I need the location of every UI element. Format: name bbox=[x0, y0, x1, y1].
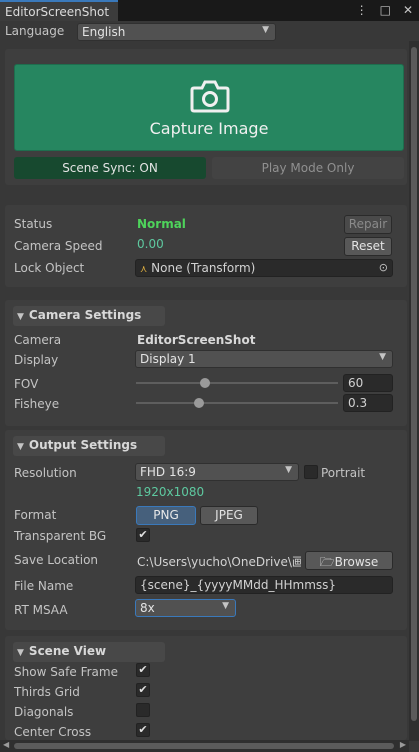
tab-bar: EditorScreenShot ⋮ □ ✕ bbox=[0, 0, 419, 21]
output-settings-title: Output Settings bbox=[28, 438, 138, 452]
window-controls: ⋮ □ ✕ bbox=[356, 3, 413, 17]
lock-object-field[interactable]: ⋏ None (Transform) ⊙ bbox=[135, 259, 393, 277]
fov-slider-track[interactable] bbox=[136, 382, 338, 384]
browse-button[interactable]: 🗁Browse bbox=[305, 551, 393, 570]
format-png-button[interactable]: PNG bbox=[136, 506, 196, 525]
language-value: English bbox=[82, 25, 126, 39]
vertical-scrollbar[interactable] bbox=[409, 41, 419, 741]
portrait-checkbox[interactable] bbox=[304, 465, 318, 479]
center-cross-checkbox[interactable]: ✔ bbox=[136, 723, 150, 737]
file-name-label: File Name bbox=[14, 579, 74, 593]
display-value: Display 1 bbox=[140, 352, 196, 366]
camera-icon bbox=[190, 80, 230, 113]
show-safe-frame-checkbox[interactable]: ✔ bbox=[136, 663, 150, 677]
fisheye-input[interactable]: 0.3 bbox=[343, 394, 393, 412]
lock-object-label: Lock Object bbox=[14, 261, 85, 275]
fov-label: FOV bbox=[14, 377, 39, 391]
chevron-down-icon: ▼ bbox=[222, 601, 229, 611]
resolution-size: 1920x1080 bbox=[136, 485, 205, 499]
output-settings-header[interactable]: ▼ Output Settings bbox=[13, 436, 165, 456]
horizontal-scrollbar-thumb[interactable] bbox=[14, 743, 394, 749]
portrait-label: Portrait bbox=[321, 466, 366, 480]
scene-sync-button[interactable]: Scene Sync: ON bbox=[14, 157, 206, 179]
transparent-bg-label: Transparent BG bbox=[14, 529, 107, 543]
foldout-arrow-icon: ▼ bbox=[17, 442, 24, 452]
scroll-left-icon[interactable]: ◀ bbox=[3, 740, 9, 749]
browse-label: Browse bbox=[334, 555, 379, 569]
scroll-right-icon[interactable]: ▶ bbox=[400, 740, 406, 749]
format-jpeg-button[interactable]: JPEG bbox=[200, 506, 258, 525]
fisheye-slider-thumb[interactable] bbox=[194, 398, 204, 408]
chevron-down-icon: ▼ bbox=[379, 352, 386, 362]
status-label: Status bbox=[14, 217, 53, 231]
language-label: Language bbox=[5, 24, 65, 38]
tab-editor-screenshot[interactable]: EditorScreenShot bbox=[0, 0, 118, 21]
diagonals-checkbox[interactable] bbox=[136, 703, 150, 717]
status-value: Normal bbox=[137, 217, 186, 231]
play-mode-only-button[interactable]: Play Mode Only bbox=[212, 157, 404, 179]
camera-value: EditorScreenShot bbox=[137, 333, 256, 347]
format-label: Format bbox=[14, 508, 57, 522]
rt-msaa-label: RT MSAA bbox=[14, 603, 68, 617]
scene-view-title: Scene View bbox=[28, 644, 107, 658]
resolution-dropdown[interactable]: FHD 16:9 ▼ bbox=[135, 463, 299, 481]
language-row: Language English ▼ bbox=[0, 21, 419, 43]
object-picker-icon[interactable]: ⊙ bbox=[379, 261, 388, 274]
foldout-arrow-icon: ▼ bbox=[17, 312, 24, 322]
camera-speed-label: Camera Speed bbox=[14, 239, 103, 253]
fisheye-label: Fisheye bbox=[14, 397, 60, 411]
fov-slider-thumb[interactable] bbox=[200, 378, 210, 388]
camera-settings-header[interactable]: ▼ Camera Settings bbox=[13, 306, 165, 326]
show-safe-frame-label: Show Safe Frame bbox=[14, 665, 118, 679]
display-label: Display bbox=[14, 353, 59, 367]
chevron-down-icon: ▼ bbox=[285, 465, 292, 475]
more-options-icon[interactable]: ⋮ bbox=[356, 3, 368, 17]
fov-input[interactable]: 60 bbox=[343, 374, 393, 392]
thirds-grid-checkbox[interactable]: ✔ bbox=[136, 683, 150, 697]
scene-view-header[interactable]: ▼ Scene View bbox=[13, 642, 165, 662]
language-dropdown[interactable]: English ▼ bbox=[77, 23, 276, 41]
camera-label: Camera bbox=[14, 333, 62, 347]
camera-settings-title: Camera Settings bbox=[28, 308, 142, 322]
maximize-icon[interactable]: □ bbox=[380, 3, 391, 17]
rt-msaa-value: 8x bbox=[140, 601, 155, 615]
diagonals-label: Diagonals bbox=[14, 705, 74, 719]
reset-button[interactable]: Reset bbox=[344, 237, 392, 256]
resolution-value: FHD 16:9 bbox=[140, 465, 196, 479]
capture-image-button[interactable]: Capture Image bbox=[14, 64, 404, 151]
center-cross-label: Center Cross bbox=[14, 725, 92, 739]
save-location-value: C:\Users\yucho\OneDrive\画 bbox=[137, 555, 301, 569]
transparent-bg-checkbox[interactable]: ✔ bbox=[136, 528, 150, 542]
file-name-input[interactable]: {scene}_{yyyyMMdd_HHmmss} bbox=[135, 576, 393, 594]
transform-icon: ⋏ bbox=[140, 264, 148, 275]
horizontal-scrollbar[interactable]: ◀ ▶ bbox=[0, 740, 409, 752]
foldout-arrow-icon: ▼ bbox=[17, 648, 24, 658]
lock-object-value: None (Transform) bbox=[151, 261, 256, 275]
repair-button[interactable]: Repair bbox=[344, 215, 392, 234]
fisheye-slider-track[interactable] bbox=[136, 402, 338, 404]
save-location-label: Save Location bbox=[14, 553, 99, 567]
vertical-scrollbar-thumb[interactable] bbox=[411, 47, 417, 721]
resolution-label: Resolution bbox=[14, 466, 77, 480]
folder-icon: 🗁 bbox=[319, 555, 335, 569]
camera-speed-value: 0.00 bbox=[137, 237, 164, 251]
display-dropdown[interactable]: Display 1 ▼ bbox=[135, 350, 393, 368]
thirds-grid-label: Thirds Grid bbox=[14, 685, 80, 699]
close-icon[interactable]: ✕ bbox=[403, 3, 413, 17]
rt-msaa-dropdown[interactable]: 8x ▼ bbox=[135, 599, 236, 617]
chevron-down-icon: ▼ bbox=[262, 25, 269, 35]
capture-image-label: Capture Image bbox=[149, 119, 269, 138]
